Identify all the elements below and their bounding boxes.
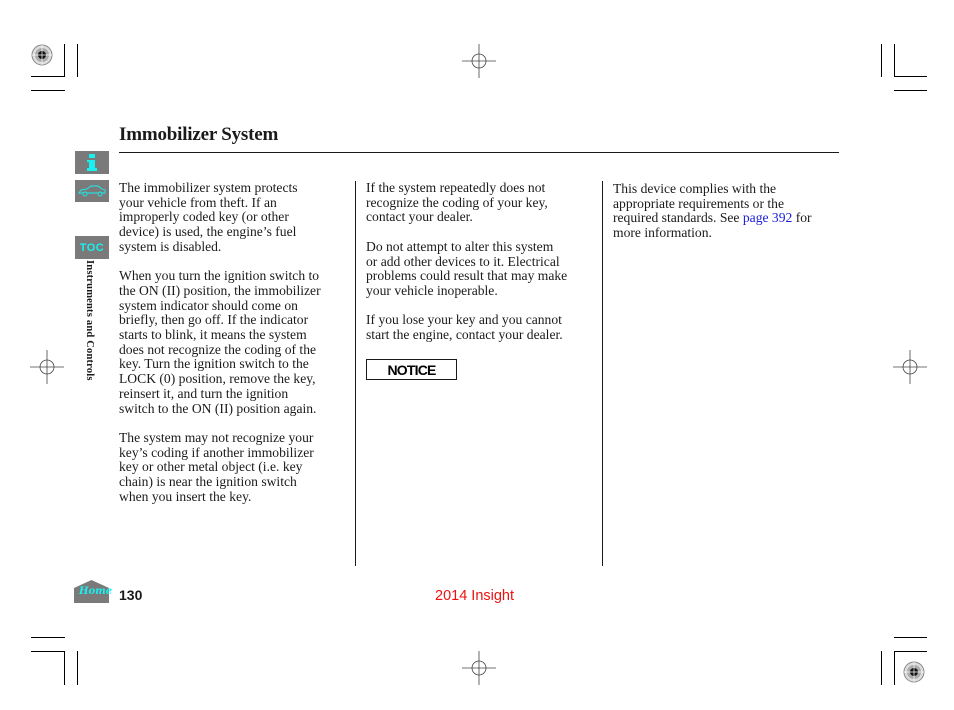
- crosshair-mark-right: [893, 350, 927, 384]
- column-1: The immobilizer system protects your veh…: [119, 180, 349, 519]
- crosshair-mark-top: [462, 44, 496, 78]
- column-divider: [355, 181, 356, 566]
- page-title: Immobilizer System: [119, 124, 279, 145]
- paragraph: If the system repeatedly does not recogn…: [366, 180, 548, 225]
- column-3: This device complies with the appropriat…: [613, 181, 843, 256]
- section-label: Instruments and Controls: [84, 260, 95, 381]
- footer-title: 2014 Insight: [435, 588, 515, 604]
- paragraph: If you lose your key and you cannot star…: [366, 312, 563, 342]
- paragraph: The immobilizer system protects your veh…: [119, 180, 298, 254]
- info-icon: [87, 154, 97, 171]
- page-number: 130: [119, 587, 143, 603]
- info-button[interactable]: [75, 151, 109, 174]
- crosshair-mark-left: [30, 350, 64, 384]
- paragraph: Do not attempt to alter this system or a…: [366, 238, 568, 298]
- notice-label: NOTICE: [366, 359, 457, 380]
- paragraph: The system may not recognize your key’s …: [119, 429, 314, 504]
- home-button[interactable]: Home: [74, 580, 113, 603]
- vehicle-icon: [78, 185, 106, 197]
- column-divider: [602, 181, 603, 566]
- column-2: If the system repeatedly does not recogn…: [366, 180, 598, 357]
- registration-target-icon: [31, 44, 53, 66]
- paragraph: When you turn the ignition switch to the…: [119, 268, 321, 416]
- registration-target-icon: [903, 661, 925, 683]
- toc-button[interactable]: TOC: [75, 236, 109, 259]
- paragraph: This device complies with the appropriat…: [613, 181, 843, 241]
- home-label: Home: [79, 586, 113, 597]
- page-392-link[interactable]: page 392: [743, 210, 792, 226]
- toc-label: TOC: [79, 241, 105, 254]
- vehicle-index-button[interactable]: [75, 180, 109, 202]
- crosshair-mark-bottom: [462, 651, 496, 685]
- title-rule: [119, 152, 839, 153]
